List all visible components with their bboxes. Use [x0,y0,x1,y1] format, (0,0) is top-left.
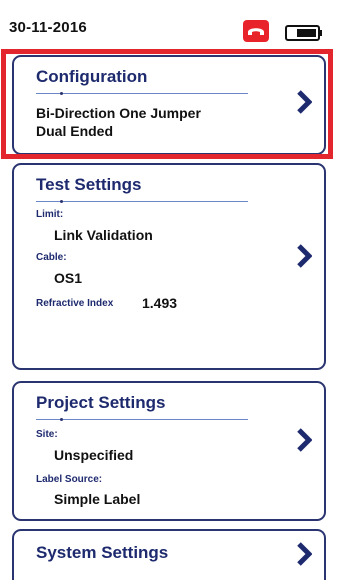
site-label: Site: [36,429,58,440]
chevron-right-icon [297,542,312,566]
cable-value: OS1 [54,270,83,286]
cable-label: Cable: [36,252,67,263]
chevron-right-icon [297,244,312,268]
site-value: Unspecified [54,447,134,463]
divider [36,418,248,421]
project-settings-title: Project Settings [36,393,166,412]
selection-highlight [1,49,333,159]
divider [36,200,248,203]
battery-icon [285,25,323,41]
project-settings-card[interactable]: Project Settings Site: Unspecified Label… [12,381,326,521]
limit-label: Limit: [36,209,64,220]
test-settings-card[interactable]: Test Settings Limit: Link Validation Cab… [12,163,326,370]
settings-screen: 30-11-2016 Configuration Bi-Direction On… [0,0,339,580]
system-settings-card[interactable]: System Settings [12,529,326,580]
refractive-index-label: Refractive Index [36,298,114,309]
test-settings-title: Test Settings [36,175,142,194]
status-date: 30-11-2016 [9,19,87,36]
system-settings-title: System Settings [36,543,169,562]
limit-value: Link Validation [54,227,153,243]
phone-hangup-icon [243,20,269,42]
label-source-label: Label Source: [36,474,103,485]
refractive-index-value: 1.493 [142,295,178,311]
status-bar: 30-11-2016 [0,0,339,44]
label-source-value: Simple Label [54,491,141,507]
chevron-right-icon [297,428,312,452]
